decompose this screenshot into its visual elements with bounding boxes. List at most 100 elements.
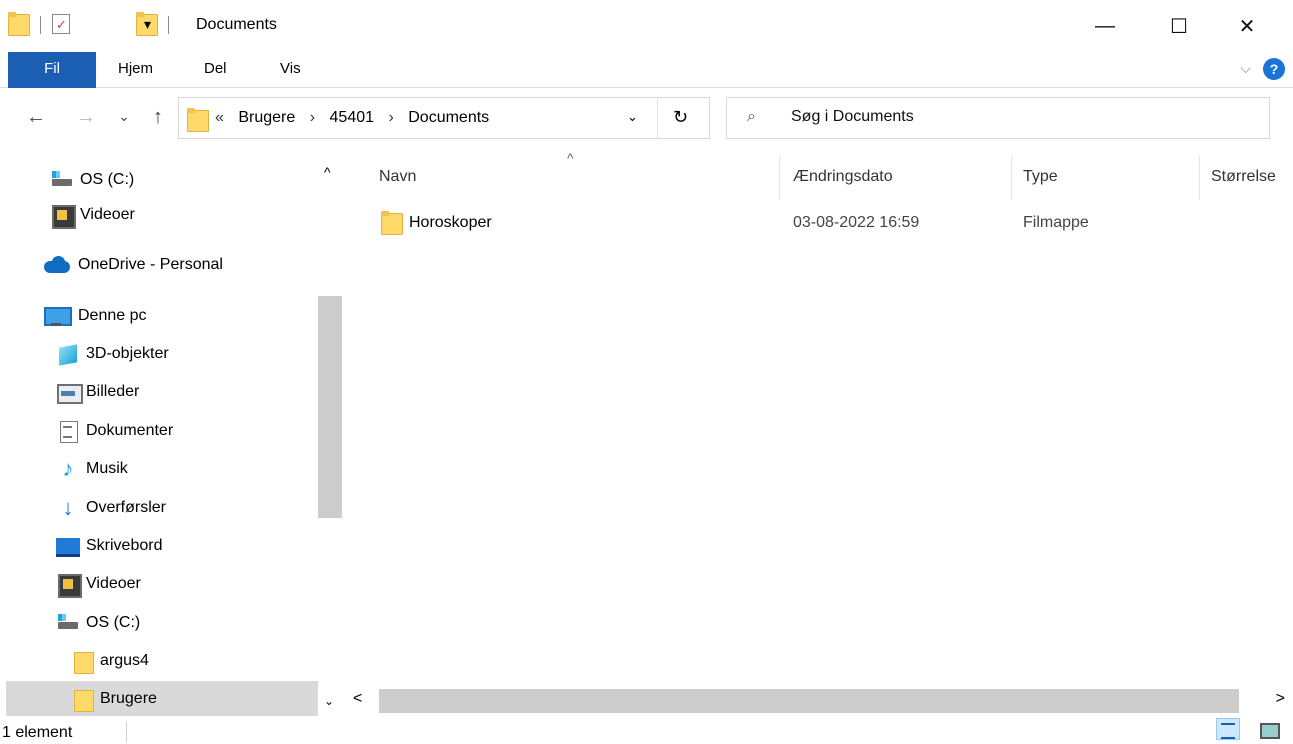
sort-ascending-icon: ^: [567, 150, 574, 166]
column-divider[interactable]: [1199, 156, 1200, 200]
horizontal-scrollbar-thumb[interactable]: [379, 689, 1239, 713]
minimize-button[interactable]: —: [1082, 8, 1128, 44]
sidebar-item-label: argus4: [100, 652, 149, 669]
tab-vis[interactable]: Vis: [280, 52, 301, 88]
sidebar-item-onedrive[interactable]: OneDrive - Personal: [44, 247, 318, 283]
drive-icon: [50, 169, 74, 191]
folder-icon: [70, 688, 94, 712]
download-icon: ↓: [62, 495, 74, 520]
sidebar-item-skrivebord[interactable]: Skrivebord: [56, 528, 318, 564]
column-header-navn[interactable]: Navn: [379, 168, 416, 186]
scroll-up-icon[interactable]: ^: [324, 164, 331, 180]
sidebar-item-label: OS (C:): [86, 614, 141, 631]
search-box[interactable]: ⌕: [726, 97, 1270, 139]
properties-icon[interactable]: ✓: [52, 14, 70, 34]
sidebar-item-label: Musik: [86, 460, 128, 477]
up-button[interactable]: ↑: [146, 106, 170, 129]
sidebar-item-musik[interactable]: ♪ Musik: [56, 451, 318, 487]
folder-icon: [381, 211, 403, 235]
sidebar-item-label: Videoer: [80, 206, 135, 223]
breadcrumb-separator-icon[interactable]: ›: [388, 109, 393, 126]
file-name: Horoskoper: [409, 214, 492, 231]
breadcrumb-brugere[interactable]: Brugere: [238, 109, 295, 126]
file-list: ^ Navn Ændringsdato Type Størrelse Horos…: [345, 150, 1293, 686]
help-icon[interactable]: ?: [1263, 58, 1285, 80]
close-button[interactable]: ✕: [1224, 8, 1270, 44]
address-dropdown-icon[interactable]: ⌄: [627, 109, 638, 125]
navigation-bar: ← → ⌄ ↑ « Brugere › 45401 › Documents ⌄ …: [0, 88, 1293, 150]
tab-hjem[interactable]: Hjem: [118, 52, 153, 88]
details-view-icon[interactable]: [1216, 718, 1240, 740]
breadcrumb: « Brugere › 45401 › Documents: [215, 109, 499, 127]
sidebar-item-label: Dokumenter: [86, 422, 174, 439]
file-type: Filmappe: [1023, 214, 1089, 231]
maximize-button[interactable]: ☐: [1156, 8, 1202, 44]
tab-del[interactable]: Del: [204, 52, 227, 88]
sidebar-item-videoer[interactable]: Videoer: [50, 197, 318, 233]
column-header-storrelse[interactable]: Størrelse: [1211, 168, 1276, 186]
sidebar-item-label: Billeder: [86, 383, 140, 400]
sidebar-item-denne-pc[interactable]: Denne pc: [44, 298, 318, 334]
folder-icon: [187, 108, 209, 132]
sidebar-item-label: Brugere: [100, 690, 157, 707]
sidebar-item-label: Skrivebord: [86, 537, 163, 554]
horizontal-scrollbar[interactable]: < >: [345, 686, 1293, 716]
refresh-button[interactable]: ↻: [673, 107, 688, 128]
sidebar-item-3d-objekter[interactable]: 3D-objekter: [56, 336, 318, 372]
sidebar-item-billeder[interactable]: Billeder: [56, 374, 318, 410]
breadcrumb-separator-icon[interactable]: ›: [310, 109, 315, 126]
column-header-aendringsdato[interactable]: Ændringsdato: [793, 168, 893, 186]
video-icon: [56, 573, 82, 598]
folder-icon[interactable]: [8, 12, 30, 36]
search-input[interactable]: [791, 108, 1251, 126]
breadcrumb-documents[interactable]: Documents: [408, 109, 489, 126]
forward-button[interactable]: →: [74, 106, 98, 129]
sidebar-item-label: Videoer: [86, 575, 141, 592]
sidebar-item-brugere[interactable]: Brugere: [6, 681, 318, 716]
sidebar-item-videoer-2[interactable]: Videoer: [56, 566, 318, 602]
video-icon: [50, 204, 76, 229]
sidebar-item-overforsler[interactable]: ↓ Overførsler: [56, 490, 318, 526]
divider: [657, 98, 658, 138]
sidebar-item-label: Overførsler: [86, 499, 166, 516]
divider: [168, 16, 169, 34]
pc-icon: [44, 305, 72, 327]
column-header-type[interactable]: Type: [1023, 168, 1058, 186]
address-bar[interactable]: « Brugere › 45401 › Documents ⌄ ↻: [178, 97, 710, 139]
scroll-right-icon[interactable]: >: [1276, 690, 1285, 708]
table-row[interactable]: Horoskoper 03-08-2022 16:59 Filmappe: [375, 205, 1275, 241]
large-icons-view-icon[interactable]: [1256, 718, 1280, 740]
document-icon: [56, 420, 80, 443]
divider: [126, 722, 127, 742]
desktop-icon: [56, 535, 80, 557]
column-divider[interactable]: [779, 156, 780, 200]
sidebar-item-argus4[interactable]: argus4: [70, 643, 318, 679]
scroll-down-icon[interactable]: ⌄: [324, 694, 334, 708]
scroll-left-icon[interactable]: <: [353, 690, 362, 708]
sidebar-item-dokumenter[interactable]: Dokumenter: [56, 413, 318, 449]
title-bar: ✓ ▾ Documents — ☐ ✕: [0, 0, 1293, 52]
divider: [40, 16, 41, 34]
status-bar: 1 element: [0, 716, 1293, 744]
window-title: Documents: [196, 16, 277, 33]
column-divider[interactable]: [1011, 156, 1012, 200]
cloud-icon: [44, 254, 72, 276]
sidebar-item-os-c-2[interactable]: OS (C:): [56, 605, 318, 641]
folder-icon: [70, 650, 94, 674]
back-button[interactable]: ←: [24, 106, 48, 129]
search-icon: ⌕: [747, 108, 756, 125]
item-count: 1 element: [2, 724, 73, 741]
sidebar-item-label: OS (C:): [80, 171, 135, 188]
ribbon-tabs: Fil Hjem Del Vis ⌵ ?: [0, 52, 1293, 88]
navigation-pane: OS (C:) Videoer OneDrive - Personal Denn…: [0, 150, 345, 716]
sidebar-item-label: Denne pc: [78, 307, 147, 324]
tab-fil[interactable]: Fil: [8, 52, 96, 88]
quick-access-dropdown[interactable]: ▾: [144, 16, 151, 42]
pictures-icon: [56, 381, 83, 404]
expand-ribbon-icon[interactable]: ⌵: [1240, 60, 1251, 77]
breadcrumb-45401[interactable]: 45401: [330, 109, 375, 126]
breadcrumb-overflow[interactable]: «: [215, 109, 224, 126]
recent-locations-button[interactable]: ⌄: [112, 108, 136, 125]
sidebar-item-os-c[interactable]: OS (C:): [50, 162, 318, 198]
sidebar-scrollbar-thumb[interactable]: [318, 296, 342, 518]
